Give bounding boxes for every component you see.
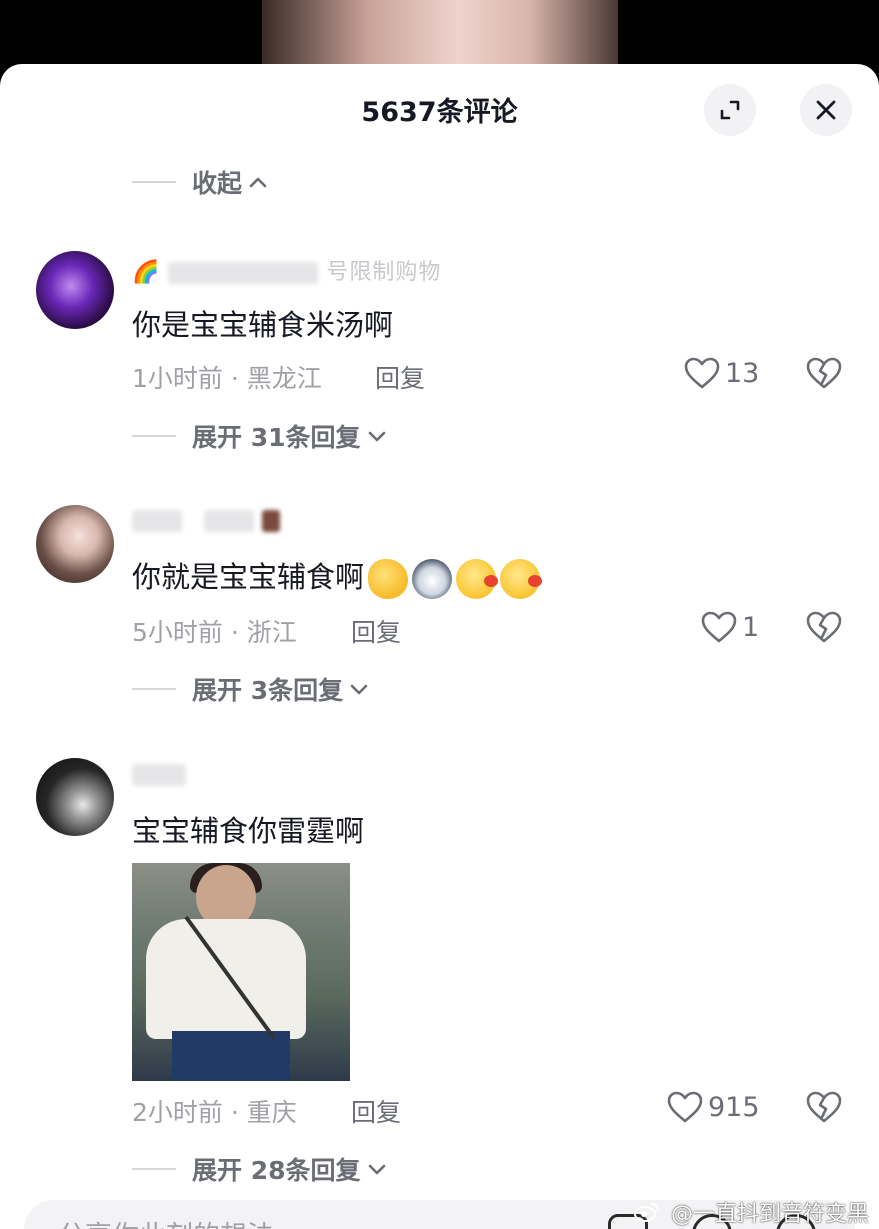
expand-replies-button[interactable]: 展开 3条回复	[132, 671, 369, 707]
blurred-username	[168, 262, 319, 284]
broken-heart-icon	[806, 611, 842, 643]
comment-meta: 1小时前 · 黑龙江	[132, 364, 322, 393]
username-text: 🌈	[132, 260, 161, 285]
collapse-replies-button[interactable]: 收起	[132, 164, 268, 200]
expand-replies-label: 展开 3条回复	[192, 676, 344, 705]
chevron-down-icon	[367, 1162, 387, 1176]
like-button[interactable]: 13	[683, 356, 759, 390]
expand-icon	[720, 100, 740, 120]
heart-icon	[684, 357, 720, 389]
watermark-text: @一直抖到音符变黑	[670, 1202, 869, 1227]
reply-button[interactable]: 回复	[375, 359, 425, 395]
clap-emoji-icon	[368, 559, 409, 599]
chevron-up-icon	[248, 175, 268, 189]
broken-heart-icon	[806, 357, 842, 389]
dislike-button[interactable]	[805, 1090, 843, 1128]
reply-button[interactable]: 回复	[351, 1093, 401, 1129]
blurred-username	[132, 510, 182, 532]
comment-meta: 2小时前 · 重庆	[132, 1098, 297, 1127]
like-button[interactable]: 1	[700, 610, 759, 644]
broken-heart-icon	[806, 1091, 842, 1123]
expand-replies-label: 展开 28条回复	[192, 1156, 361, 1185]
dislike-button[interactable]	[805, 356, 843, 394]
watermark: @一直抖到音符变黑	[633, 1196, 869, 1228]
comment-meta: 5小时前 · 浙江	[132, 618, 297, 647]
collapse-label: 收起	[192, 169, 243, 198]
username[interactable]: 🌈 号限制购物	[132, 254, 441, 286]
weibo-logo	[633, 1202, 660, 1228]
close-icon	[816, 100, 836, 120]
avatar[interactable]	[36, 758, 114, 836]
blurred-username	[204, 510, 254, 532]
comment-image[interactable]	[132, 863, 350, 1081]
comment-input-placeholder: 分享你此刻的想法	[58, 1214, 274, 1229]
blurred-username	[132, 764, 186, 786]
comment-text: 你是宝宝辅食米汤啊	[132, 308, 394, 342]
dog-emoji-icon	[412, 559, 453, 599]
reply-button[interactable]: 回复	[351, 613, 401, 649]
kiss-emoji-icon	[500, 559, 543, 599]
username[interactable]	[132, 508, 280, 533]
chevron-down-icon	[349, 682, 369, 696]
divider-dash	[132, 688, 176, 690]
like-count: 1	[742, 611, 760, 643]
chevron-down-icon	[367, 429, 387, 443]
kiss-emoji-icon	[456, 559, 499, 599]
dislike-button[interactable]	[805, 610, 843, 648]
expand-replies-button[interactable]: 展开 31条回复	[132, 418, 387, 454]
comment-sheet: 5637条评论 收起 🌈 号限制购物 你是宝宝辅食米汤啊 1小时前 · 黑龙江 …	[0, 64, 879, 1229]
blurred-username	[262, 510, 280, 532]
divider-dash	[132, 181, 176, 183]
divider-dash	[132, 1168, 176, 1170]
like-count: 915	[708, 1091, 760, 1123]
expand-replies-button[interactable]: 展开 28条回复	[132, 1151, 387, 1187]
username[interactable]	[132, 762, 186, 787]
close-button[interactable]	[800, 84, 852, 136]
like-count: 13	[725, 357, 760, 389]
expand-replies-label: 展开 31条回复	[192, 423, 361, 452]
like-button[interactable]: 915	[666, 1090, 760, 1124]
heart-icon	[667, 1091, 703, 1123]
expand-button[interactable]	[704, 84, 756, 136]
comment-text-value: 你就是宝宝辅食啊	[132, 560, 365, 594]
comment-text: 宝宝辅食你雷霆啊	[132, 814, 365, 848]
divider-dash	[132, 435, 176, 437]
username-tail: 号限制购物	[326, 260, 442, 285]
image-detail	[146, 919, 306, 1039]
comment-text: 你就是宝宝辅食啊	[132, 554, 543, 599]
avatar[interactable]	[36, 251, 114, 329]
heart-icon	[701, 611, 737, 643]
avatar[interactable]	[36, 505, 114, 583]
